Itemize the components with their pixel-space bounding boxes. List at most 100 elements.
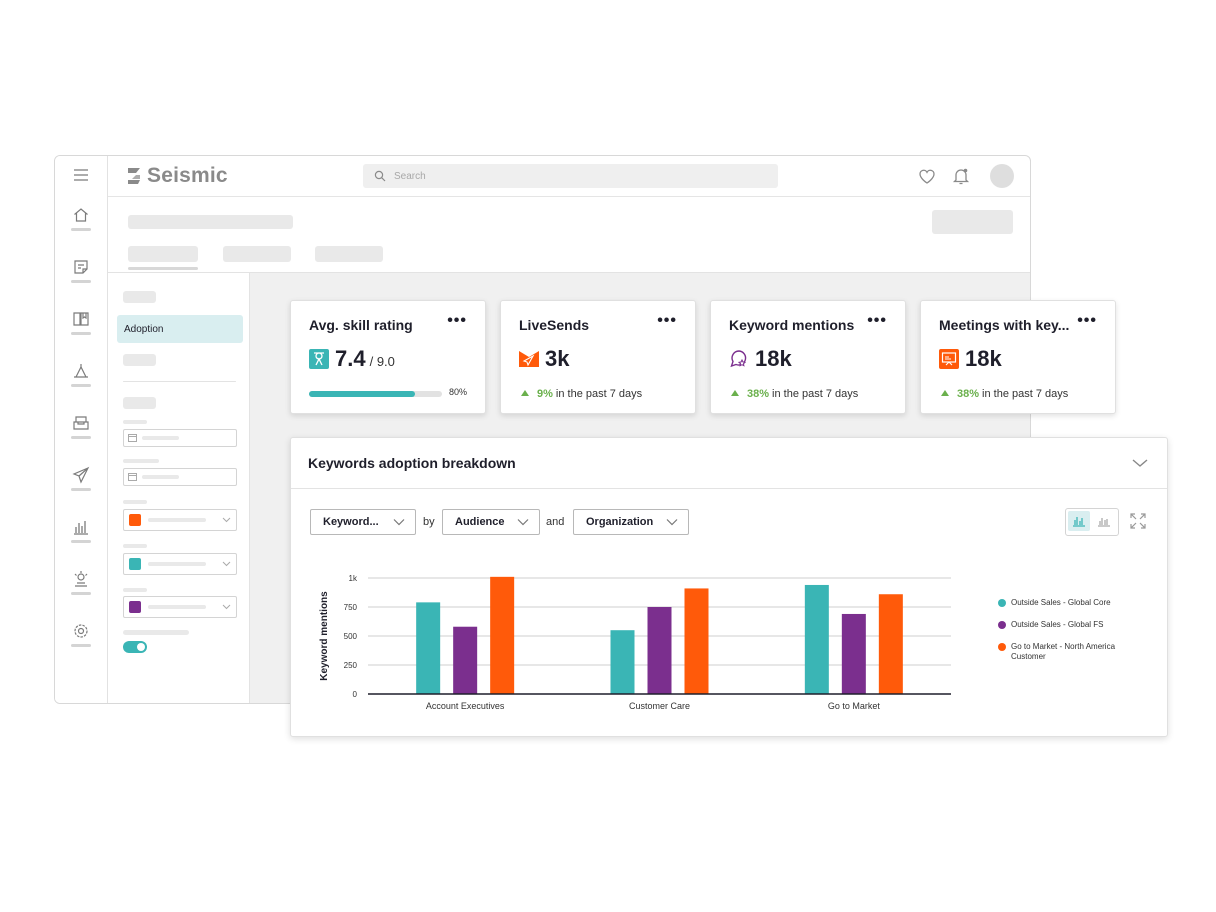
y-tick-label: 750 [344,603,358,612]
start-date-field[interactable] [123,429,237,447]
toggle-label-placeholder [123,630,189,635]
bar [878,594,903,694]
nav-label-placeholder [71,228,91,231]
trend-indicator: 9% in the past 7 days [521,388,642,400]
card-value: 18k [965,346,1002,371]
bar-chart-alt-icon [1098,518,1110,527]
progress-label: 80% [449,387,468,397]
tab-placeholder[interactable] [315,246,383,262]
divider [123,381,236,382]
card-value-total: / 9.0 [369,354,395,369]
trend-up-icon [731,390,739,396]
logo-text: Seismic [147,164,228,187]
nav-label-placeholder [71,644,91,647]
field-value-placeholder [142,436,179,440]
x-tick-label: Customer Care [629,701,690,711]
series-select-teal[interactable] [123,553,237,575]
section-label-placeholder [123,291,156,303]
trend-percent: 38% [957,388,980,400]
bar [647,607,672,694]
tab-placeholder[interactable] [223,246,291,262]
send-icon[interactable] [72,466,90,484]
legend-item[interactable]: Outside Sales - Global Core [998,598,1138,608]
keywords-breakdown-panel: Keywords adoption breakdown Keyword... b… [290,437,1168,737]
series-select-orange[interactable] [123,509,237,531]
notes-icon[interactable] [72,258,90,276]
more-options-button[interactable]: ••• [657,312,677,330]
x-tick-label: Account Executives [426,701,505,711]
bar [416,602,441,694]
grouped-bar-view-button[interactable] [1068,511,1090,531]
search-input[interactable] [392,169,756,183]
inbox-icon[interactable] [72,414,90,432]
kpi-card-keyword-mentions: Keyword mentions ••• 18k 38% in the past … [710,300,906,414]
seismic-logo-icon [128,168,140,184]
kpi-card-meetings: Meetings with key... ••• 18k 38% in the p… [920,300,1116,414]
user-avatar[interactable] [990,164,1014,188]
nav-label-placeholder [71,332,91,335]
tab-placeholder[interactable] [128,246,198,262]
trend-percent: 38% [747,388,770,400]
select-value-placeholder [148,562,206,566]
search-bar[interactable] [363,164,778,188]
series-select-purple[interactable] [123,596,237,618]
card-title: Meetings with key... [939,317,1070,333]
option-toggle[interactable] [123,641,147,653]
nav-label-placeholder [71,280,91,283]
library-icon[interactable] [72,310,90,328]
card-value: 3k [545,346,570,371]
meetings-icon [939,349,959,369]
search-icon [374,170,386,182]
legend-item[interactable]: Outside Sales - Global FS [998,620,1138,630]
legend-item[interactable]: Go to Market - North America Customer [998,642,1138,662]
y-tick-label: 1k [349,574,358,583]
color-swatch [129,514,141,526]
bar [453,626,478,694]
chevron-down-icon[interactable] [1131,454,1149,472]
settings-icon[interactable] [72,622,90,640]
analytics-icon[interactable] [72,518,90,536]
more-options-button[interactable]: ••• [867,312,887,330]
insights-icon[interactable] [72,570,90,588]
bar-chart-icon [1073,517,1085,527]
progress-fill [309,391,416,397]
field-value-placeholder [142,475,179,479]
end-date-field[interactable] [123,468,237,486]
trend-text: in the past 7 days [772,388,859,400]
chevron-down-icon [222,561,231,567]
calendar-icon [128,473,137,481]
nav-label-placeholder [71,384,91,387]
select-value-placeholder [148,605,206,609]
expand-icon[interactable] [1129,512,1147,530]
seismic-logo[interactable]: Seismic [126,164,228,188]
nav-label-placeholder [71,488,91,491]
chevron-down-icon [222,604,231,610]
legend-label: Outside Sales - Global Core [1011,598,1111,607]
trend-indicator: 38% in the past 7 days [941,388,1068,400]
legend-label: Outside Sales - Global FS [1011,620,1104,629]
keyword-mentions-bar-chart: 0 250 500 750 1k Keyword mentions Account Exec… [319,574,951,711]
home-icon[interactable] [72,206,90,224]
page-title-placeholder [128,215,293,229]
notifications-bell-icon[interactable] [951,166,971,186]
chart-type-toggle [1065,508,1119,536]
bar [490,576,515,694]
field-label-placeholder [123,544,147,548]
nav-label-placeholder [71,592,91,595]
card-value: 18k [755,346,792,371]
action-button-placeholder[interactable] [932,210,1013,234]
stacked-bar-view-button[interactable] [1093,511,1115,531]
learning-icon[interactable] [72,362,90,380]
sidebar-item-adoption[interactable]: Adoption [117,315,243,343]
filter-panel: Adoption [108,273,250,703]
menu-icon[interactable] [72,166,90,184]
card-title: Avg. skill rating [309,317,413,333]
bar [804,584,829,694]
nav-rail [55,156,108,703]
bar [610,630,635,694]
y-tick-label: 0 [353,690,358,699]
more-options-button[interactable]: ••• [1077,312,1097,330]
favorites-icon[interactable] [917,166,937,186]
more-options-button[interactable]: ••• [447,312,467,330]
field-label-placeholder [123,420,147,424]
